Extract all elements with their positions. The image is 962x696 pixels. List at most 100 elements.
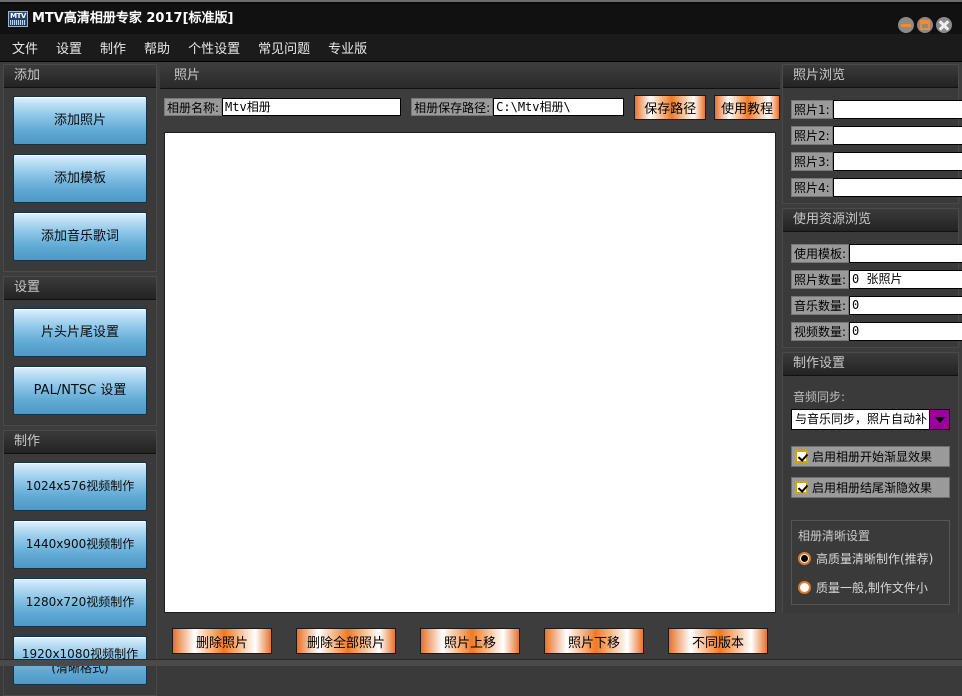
photo-2-input[interactable]	[832, 126, 962, 145]
sidebar-group-settings-body: 片头片尾设置 PAL/NTSC 设置	[4, 300, 156, 425]
quality-high-radio[interactable]	[798, 552, 811, 565]
make-settings-title: 制作设置	[783, 353, 958, 376]
app-icon-bars	[10, 20, 26, 25]
used-template-input[interactable]	[849, 244, 962, 263]
photo-browse-group: 照片浏览 照片1: 照片2: 照片3: 照片4:	[782, 64, 962, 204]
photo-browse-title: 照片浏览	[783, 65, 958, 88]
chevron-down-icon[interactable]	[929, 410, 949, 429]
sidebar-group-produce: 制作 1024x576视频制作 1440x900视频制作 1280x720视频制…	[3, 430, 157, 696]
photo-count-row: 照片数量:	[791, 270, 962, 289]
fade-out-checkbox-row[interactable]: 启用相册结尾渐隐效果	[791, 477, 950, 498]
save-path-button[interactable]: 保存路径	[634, 94, 707, 120]
music-count-label: 音乐数量:	[791, 296, 850, 315]
move-photo-down-button[interactable]: 照片下移	[544, 628, 644, 654]
quality-high-label: 高质量清晰制作(推荐)	[816, 552, 934, 566]
used-template-label: 使用模板:	[791, 244, 850, 263]
produce-1440x900-button[interactable]: 1440x900视频制作	[13, 520, 147, 569]
app-icon-text: MTV	[10, 12, 26, 20]
quality-settings-box: 相册清晰设置 高质量清晰制作(推荐) 质量一般,制作文件小	[791, 520, 950, 605]
minimize-button[interactable]	[898, 17, 914, 33]
fade-in-checkbox[interactable]	[795, 450, 808, 463]
quality-settings-title: 相册清晰设置	[798, 529, 871, 543]
album-name-input[interactable]	[222, 98, 402, 116]
photo-browse-body: 照片1: 照片2: 照片3: 照片4:	[783, 88, 962, 203]
main-panel-title: 照片	[160, 64, 780, 89]
sidebar: 添加 添加照片 添加模板 添加音乐歌词 设置 片头片尾设置 PAL/NTSC 设…	[3, 64, 157, 696]
resource-browse-group: 使用资源浏览 使用模板: 照片数量: 音乐数量: 视频数量:	[782, 208, 962, 348]
minimize-icon	[901, 24, 911, 27]
delete-all-photos-button[interactable]: 删除全部照片	[296, 628, 396, 654]
photo-1-input[interactable]	[832, 100, 962, 119]
right-panel: 照片浏览 照片1: 照片2: 照片3: 照片4: 使用资源浏览 使用模板: 照片…	[782, 64, 962, 662]
photo-count-input[interactable]	[849, 270, 962, 289]
make-settings-group: 制作设置 音频同步: 与音乐同步，照片自动补 启用相册开始渐显效果 启用相册结尾…	[782, 352, 959, 613]
sidebar-group-add: 添加 添加照片 添加模板 添加音乐歌词	[3, 64, 157, 272]
video-count-input[interactable]	[849, 322, 962, 341]
title-bar: MTV MTV高清相册专家 2017[标准版]	[0, 0, 962, 34]
sidebar-group-produce-title: 制作	[4, 431, 156, 454]
title-credits-settings-button[interactable]: 片头片尾设置	[13, 308, 147, 357]
audio-sync-value: 与音乐同步，照片自动补	[795, 412, 928, 426]
move-photo-up-button[interactable]: 照片上移	[420, 628, 520, 654]
menu-item-help[interactable]: 帮助	[144, 38, 170, 57]
photo-count-label: 照片数量:	[791, 270, 850, 289]
pal-ntsc-settings-button[interactable]: PAL/NTSC 设置	[13, 366, 147, 415]
make-settings-body: 音频同步: 与音乐同步，照片自动补 启用相册开始渐显效果 启用相册结尾渐隐效果 …	[783, 376, 958, 613]
photo-2-label: 照片2:	[791, 126, 833, 145]
photo-4-label: 照片4:	[791, 178, 833, 197]
music-count-input[interactable]	[849, 296, 962, 315]
sidebar-group-settings-title: 设置	[4, 277, 156, 300]
photo-row-3: 照片3:	[791, 152, 962, 171]
delete-photo-button[interactable]: 删除照片	[172, 628, 272, 654]
mtv-app-icon: MTV	[8, 11, 28, 27]
tutorial-button[interactable]: 使用教程	[714, 94, 781, 120]
close-button[interactable]	[936, 17, 952, 33]
different-version-button[interactable]: 不同版本	[668, 628, 768, 654]
resource-browse-body: 使用模板: 照片数量: 音乐数量: 视频数量:	[783, 232, 962, 347]
menu-item-settings[interactable]: 设置	[56, 38, 82, 57]
menu-item-pro[interactable]: 专业版	[328, 38, 367, 57]
quality-high-row[interactable]: 高质量清晰制作(推荐)	[798, 550, 943, 567]
sidebar-group-settings: 设置 片头片尾设置 PAL/NTSC 设置	[3, 276, 157, 426]
photo-action-bar: 删除照片 删除全部照片 照片上移 照片下移 不同版本	[160, 620, 780, 662]
music-count-row: 音乐数量:	[791, 296, 962, 315]
main-panel: 照片 相册名称: 相册保存路径: 保存路径 使用教程 删除照片 删除全部照片 照…	[160, 64, 781, 662]
fade-in-label: 启用相册开始渐显效果	[812, 450, 933, 464]
photo-row-1: 照片1:	[791, 100, 962, 119]
menu-item-personalize[interactable]: 个性设置	[188, 38, 240, 57]
sidebar-group-add-body: 添加照片 添加模板 添加音乐歌词	[4, 88, 156, 271]
photo-list-area[interactable]	[164, 132, 776, 613]
produce-1280x720-button[interactable]: 1280x720视频制作	[13, 578, 147, 627]
video-count-row: 视频数量:	[791, 322, 962, 341]
fade-out-checkbox[interactable]	[795, 481, 808, 494]
photo-row-2: 照片2:	[791, 126, 962, 145]
status-bar	[0, 659, 962, 666]
add-photo-button[interactable]: 添加照片	[13, 96, 147, 145]
menu-bar: 文件 设置 制作 帮助 个性设置 常见问题 专业版	[0, 34, 962, 62]
photo-4-input[interactable]	[832, 178, 962, 197]
application-window: MTV MTV高清相册专家 2017[标准版] 文件 设置 制作 帮助 个性设置…	[0, 0, 962, 696]
quality-normal-row[interactable]: 质量一般,制作文件小	[798, 579, 943, 596]
maximize-icon	[920, 20, 930, 30]
album-name-label: 相册名称:	[164, 98, 223, 116]
save-path-label: 相册保存路径:	[411, 98, 494, 116]
window-controls	[898, 17, 952, 33]
add-music-lyrics-button[interactable]: 添加音乐歌词	[13, 212, 147, 261]
save-path-input[interactable]	[493, 98, 625, 116]
audio-sync-label: 音频同步:	[793, 390, 846, 404]
quality-normal-label: 质量一般,制作文件小	[816, 581, 928, 595]
menu-item-produce[interactable]: 制作	[100, 38, 126, 57]
quality-normal-radio[interactable]	[798, 581, 811, 594]
produce-1024x576-button[interactable]: 1024x576视频制作	[13, 462, 147, 511]
audio-sync-select[interactable]: 与音乐同步，照片自动补	[791, 409, 950, 430]
main-toolbar: 相册名称: 相册保存路径: 保存路径 使用教程	[160, 89, 781, 125]
menu-item-file[interactable]: 文件	[12, 38, 38, 57]
menu-item-faq[interactable]: 常见问题	[258, 38, 310, 57]
add-template-button[interactable]: 添加模板	[13, 154, 147, 203]
photo-row-4: 照片4:	[791, 178, 962, 197]
photo-1-label: 照片1:	[791, 100, 833, 119]
maximize-button[interactable]	[917, 17, 933, 33]
fade-in-checkbox-row[interactable]: 启用相册开始渐显效果	[791, 446, 950, 467]
photo-3-input[interactable]	[832, 152, 962, 171]
window-title: MTV高清相册专家 2017[标准版]	[32, 11, 234, 26]
